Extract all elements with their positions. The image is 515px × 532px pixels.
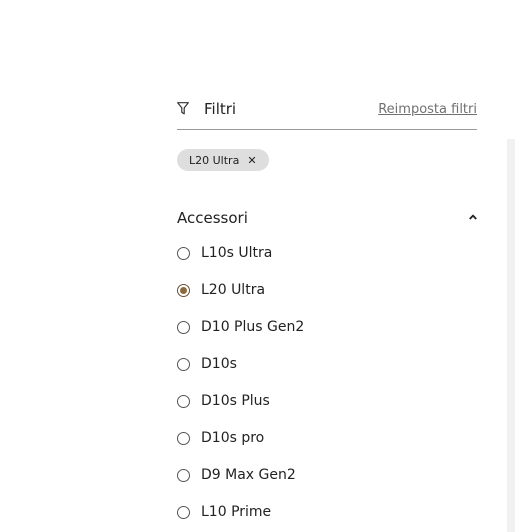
filter-panel: Filtri Reimposta filtri L20 Ultra ✕ Acce… (177, 98, 477, 520)
filter-title: Filtri (204, 100, 237, 118)
radio-button[interactable] (177, 284, 190, 297)
option-label: D10s (201, 356, 237, 372)
radio-button[interactable] (177, 469, 190, 482)
option-d10s-plus[interactable]: D10s Plus (177, 392, 477, 429)
option-d10s-pro[interactable]: D10s pro (177, 429, 477, 466)
option-label: D10s Plus (201, 393, 270, 409)
reset-filters-link[interactable]: Reimposta filtri (378, 101, 477, 119)
option-label: L10 Prime (201, 504, 272, 520)
section-header-accessori[interactable]: Accessori (177, 208, 479, 230)
option-d10-plus-gen2[interactable]: D10 Plus Gen2 (177, 318, 477, 355)
option-d9-max-gen2[interactable]: D9 Max Gen2 (177, 466, 477, 503)
scrollbar-track[interactable] (507, 139, 515, 532)
option-label: D9 Max Gen2 (201, 467, 296, 483)
filter-page: Filtri Reimposta filtri L20 Ultra ✕ Acce… (0, 0, 515, 532)
chevron-up-icon (469, 214, 477, 220)
radio-button[interactable] (177, 506, 190, 519)
chip-label: L20 Ultra (189, 153, 240, 167)
section-title: Accessori (177, 209, 248, 227)
close-icon[interactable]: ✕ (247, 155, 256, 166)
option-d10s[interactable]: D10s (177, 355, 477, 392)
radio-button[interactable] (177, 358, 190, 371)
option-l20-ultra[interactable]: L20 Ultra (177, 281, 477, 318)
funnel-icon (177, 102, 189, 115)
option-list: L10s Ultra L20 Ultra D10 Plus Gen2 D10s … (177, 244, 477, 532)
option-l10s-ultra[interactable]: L10s Ultra (177, 244, 477, 281)
radio-button[interactable] (177, 395, 190, 408)
option-l10-prime[interactable]: L10 Prime (177, 503, 477, 532)
radio-button[interactable] (177, 432, 190, 445)
active-filter-chip[interactable]: L20 Ultra ✕ (177, 149, 269, 171)
option-label: L20 Ultra (201, 282, 266, 298)
filter-header: Filtri Reimposta filtri (177, 98, 477, 130)
option-label: D10s pro (201, 430, 265, 446)
radio-button[interactable] (177, 247, 190, 260)
option-label: D10 Plus Gen2 (201, 319, 305, 335)
option-label: L10s Ultra (201, 245, 273, 261)
radio-button[interactable] (177, 321, 190, 334)
